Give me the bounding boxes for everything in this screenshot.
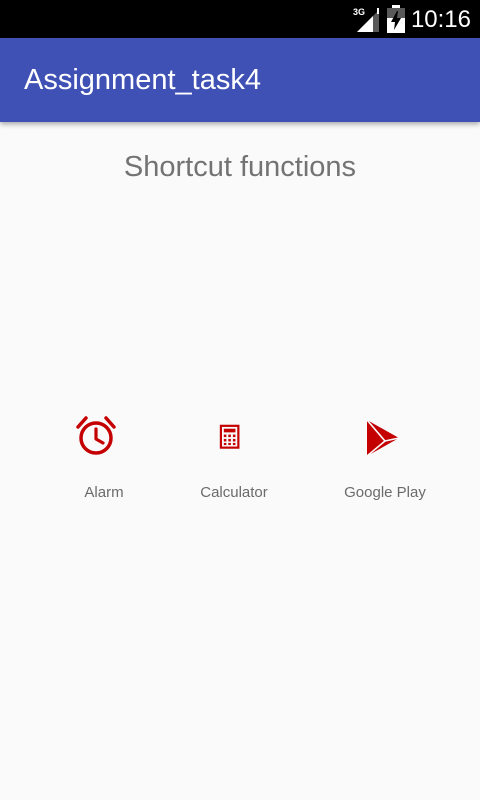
network-type-label: 3G: [353, 7, 365, 17]
google-play-label: Google Play: [344, 484, 426, 501]
status-bar: 3G 10:16: [0, 0, 480, 38]
google-play-shortcut[interactable]: Google Play: [315, 410, 455, 520]
alarm-clock-icon[interactable]: [74, 414, 118, 458]
status-time: 10:16: [410, 6, 471, 33]
app-title: Assignment_task4: [24, 64, 261, 96]
alarm-label: Alarm: [84, 484, 124, 501]
page-heading: Shortcut functions: [123, 151, 357, 183]
calculator-icon[interactable]: [218, 414, 250, 458]
app-bar: Assignment_task4: [0, 38, 480, 122]
alarm-shortcut[interactable]: Alarm: [34, 410, 174, 520]
calculator-label: Calculator: [200, 484, 268, 501]
battery-charging-icon: [387, 5, 405, 33]
google-play-icon[interactable]: [361, 414, 405, 458]
signal-3g-icon: 3G: [353, 7, 379, 32]
calculator-shortcut[interactable]: Calculator: [164, 410, 304, 520]
